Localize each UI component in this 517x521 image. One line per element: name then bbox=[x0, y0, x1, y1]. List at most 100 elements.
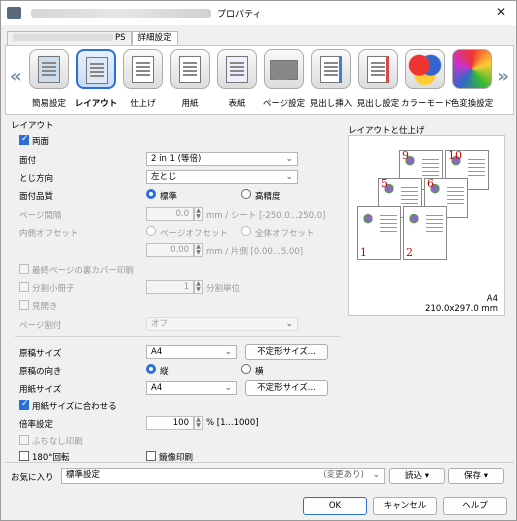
booklet-checkbox[interactable] bbox=[19, 300, 29, 310]
category-quick-setting[interactable]: 簡易設定 bbox=[25, 49, 73, 109]
page-setting-icon bbox=[264, 49, 304, 89]
help-button[interactable]: ヘルプ bbox=[443, 497, 507, 515]
category-color-conversion[interactable]: 色変換設定 bbox=[448, 49, 496, 109]
tab-advanced-settings[interactable]: 詳細設定 bbox=[131, 31, 178, 45]
divider bbox=[5, 462, 514, 463]
category-paper[interactable]: 用紙 bbox=[166, 49, 214, 109]
borderless-label: ふちなし印刷 bbox=[32, 437, 83, 447]
chevron-down-icon: ⌄ bbox=[285, 154, 293, 164]
preview-dimensions: 210.0x297.0 mm bbox=[425, 304, 498, 314]
layout-preview: 9 10 5 6 1 2 A4 210.0x297.0 mm bbox=[348, 135, 505, 316]
chevron-down-icon: ⌄ bbox=[224, 383, 232, 393]
quality-high-radio[interactable] bbox=[241, 189, 251, 199]
paper-size-select[interactable]: A4 ⌄ bbox=[146, 381, 237, 395]
category-page-setting[interactable]: ページ設定 bbox=[260, 49, 308, 109]
page-spacing-input[interactable]: 0.0 bbox=[146, 207, 194, 221]
offset-input[interactable]: 0.00 bbox=[146, 243, 194, 257]
category-layout[interactable]: レイアウト bbox=[72, 49, 120, 109]
spinner-icon[interactable]: ▲ ▼ bbox=[194, 243, 203, 257]
chevron-down-icon: ⌄ bbox=[285, 172, 293, 182]
tab-setting-icon bbox=[358, 49, 398, 89]
zoom-label: 倍率設定 bbox=[19, 420, 54, 430]
page-offset-radio[interactable] bbox=[146, 226, 156, 236]
window-title: プロパティ bbox=[217, 9, 262, 20]
cancel-button[interactable]: キャンセル bbox=[373, 497, 437, 515]
title-bar: プロパティ ✕ bbox=[1, 1, 516, 25]
landscape-radio[interactable] bbox=[241, 364, 251, 374]
landscape-label: 横 bbox=[255, 367, 264, 377]
quality-standard-radio[interactable] bbox=[146, 189, 156, 199]
category-tab-insert[interactable]: 見出し挿入 bbox=[307, 49, 355, 109]
save-button[interactable]: 保存 ▾ bbox=[448, 468, 504, 484]
duplex-label: 両面 bbox=[32, 137, 50, 147]
page-offset-label: ページオフセット bbox=[160, 229, 228, 239]
pages-per-sheet-select[interactable]: 2 in 1 (等倍) ⌄ bbox=[146, 152, 298, 166]
page-spacing-unit: mm / シート [-250.0...250.0] bbox=[206, 211, 326, 221]
split-booklet-checkbox[interactable] bbox=[19, 282, 29, 292]
zoom-unit: % [1...1000] bbox=[206, 418, 259, 428]
spinner-icon[interactable]: ▲ ▼ bbox=[194, 416, 203, 430]
properties-dialog: プロパティ ✕ PS 詳細設定 « » 簡易設定 レイアウト 仕上げ 用紙 表紙… bbox=[0, 0, 517, 521]
split-booklet-unit: 分割単位 bbox=[206, 284, 241, 294]
fit-to-paper-checkbox[interactable] bbox=[19, 399, 29, 410]
original-size-select[interactable]: A4 ⌄ bbox=[146, 345, 237, 359]
divider bbox=[15, 336, 340, 337]
spinner-icon[interactable]: ▲ ▼ bbox=[194, 280, 203, 294]
category-tab-setting[interactable]: 見出し設定 bbox=[354, 49, 402, 109]
finishing-icon bbox=[123, 49, 163, 89]
chevron-down-icon: ⌄ bbox=[224, 347, 232, 357]
offset-label: 内側オフセット bbox=[19, 229, 79, 239]
bottom-bar: お気に入り 標準設定 (変更あり) ⌄ 読込 ▾ 保存 ▾ OK キャンセル ヘルプ bbox=[5, 464, 514, 520]
favorites-label: お気に入り bbox=[11, 473, 54, 483]
zoom-input[interactable]: 100 bbox=[146, 416, 194, 430]
paper-size-label: 用紙サイズ bbox=[19, 385, 62, 395]
mirror-checkbox[interactable] bbox=[146, 451, 156, 461]
paper-icon bbox=[170, 49, 210, 89]
spinner-icon[interactable]: ▲ ▼ bbox=[194, 207, 203, 221]
back-cover-label: 最終ページの裏カバー印刷 bbox=[32, 266, 134, 276]
preview-paper: A4 bbox=[486, 294, 498, 304]
ok-button[interactable]: OK bbox=[303, 497, 367, 515]
close-icon[interactable]: ✕ bbox=[496, 5, 506, 19]
page-spacing-label: ページ間隔 bbox=[19, 211, 62, 221]
back-cover-checkbox[interactable] bbox=[19, 264, 29, 274]
section-title: レイアウト bbox=[11, 121, 54, 131]
split-booklet-input[interactable]: 1 bbox=[146, 280, 194, 294]
load-button[interactable]: 読込 ▾ bbox=[389, 468, 445, 484]
quality-standard-label: 標準 bbox=[160, 192, 178, 202]
binding-label: とじ方向 bbox=[19, 174, 54, 184]
whole-offset-label: 全体オフセット bbox=[255, 229, 315, 239]
printer-icon bbox=[7, 7, 21, 19]
page-allocation-select[interactable]: オフ ⌄ bbox=[146, 317, 298, 331]
quick-setting-icon bbox=[29, 49, 69, 89]
layout-icon bbox=[76, 49, 116, 89]
whole-offset-radio[interactable] bbox=[241, 226, 251, 236]
printer-name-redacted bbox=[31, 8, 211, 18]
binding-select[interactable]: 左とじ ⌄ bbox=[146, 170, 298, 184]
category-finishing[interactable]: 仕上げ bbox=[119, 49, 167, 109]
borderless-checkbox[interactable] bbox=[19, 435, 29, 445]
orientation-label: 原稿の向き bbox=[19, 367, 62, 377]
favorites-select[interactable]: 標準設定 (変更あり) ⌄ bbox=[61, 468, 385, 484]
cover-icon bbox=[217, 49, 257, 89]
scroll-right-icon[interactable]: » bbox=[497, 66, 509, 87]
preview-page: 2 bbox=[403, 206, 447, 260]
color-mode-icon bbox=[405, 49, 445, 89]
duplex-checkbox[interactable] bbox=[19, 134, 29, 145]
paper-custom-size-button[interactable]: 不定形サイズ... bbox=[245, 380, 328, 396]
category-cover[interactable]: 表紙 bbox=[213, 49, 261, 109]
chevron-down-icon: ⌄ bbox=[372, 470, 380, 480]
offset-unit: mm / 片側 [0.00...5.00] bbox=[206, 247, 304, 257]
preview-page: 1 bbox=[357, 206, 401, 260]
custom-size-button[interactable]: 不定形サイズ... bbox=[245, 344, 328, 360]
rotate180-checkbox[interactable] bbox=[19, 451, 29, 461]
category-ribbon: « » 簡易設定 レイアウト 仕上げ 用紙 表紙 ページ設定 見出し挿入 見出し… bbox=[5, 45, 514, 115]
scroll-left-icon[interactable]: « bbox=[10, 66, 22, 87]
category-color-mode[interactable]: カラーモード bbox=[401, 49, 452, 109]
fit-to-paper-label: 用紙サイズに合わせる bbox=[32, 402, 117, 412]
portrait-label: 縦 bbox=[160, 367, 169, 377]
pages-per-sheet-label: 面付 bbox=[19, 156, 37, 166]
booklet-label: 見開き bbox=[32, 302, 58, 312]
portrait-radio[interactable] bbox=[146, 364, 156, 374]
tab-ps[interactable]: PS bbox=[7, 31, 132, 45]
